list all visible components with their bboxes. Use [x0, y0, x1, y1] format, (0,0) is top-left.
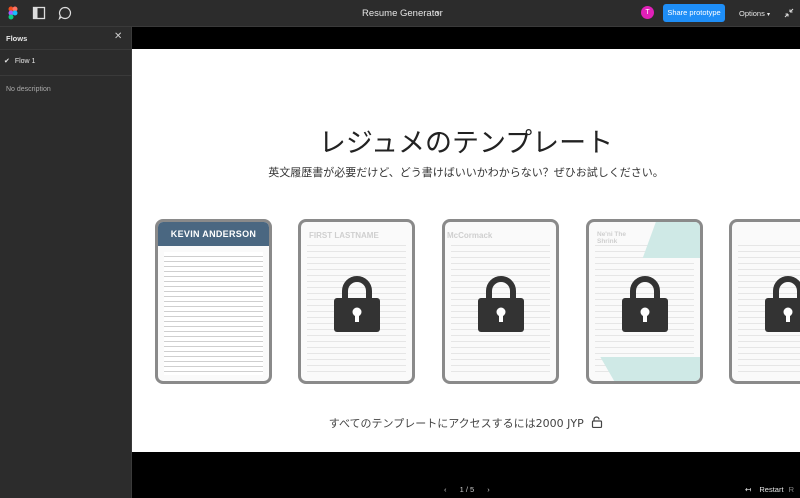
decorative-accent — [600, 357, 700, 381]
flows-panel: Flows ✕ ✔ Flow 1 No description — [0, 27, 132, 498]
unlock-icon — [592, 416, 603, 429]
flows-heading: Flows — [6, 34, 28, 43]
comment-icon[interactable] — [58, 6, 72, 20]
figma-logo-icon[interactable] — [6, 6, 20, 20]
template-name: KEVIN ANDERSON — [158, 222, 269, 246]
lock-icon — [765, 276, 800, 332]
toolbar: Resume Generator ▾ T Share prototype Opt… — [0, 0, 800, 27]
page-subheading: 英文履歴書が必要だけど、どう書けばいいかわからない？ぜひお試しください。 — [268, 166, 664, 179]
close-icon[interactable]: ✕ — [114, 31, 122, 42]
template-name: FIRST LASTNAME — [309, 231, 379, 240]
divider — [0, 75, 132, 76]
page-counter: 1 / 5 — [459, 485, 475, 494]
restart-label: Restart — [759, 485, 784, 494]
decorative-accent — [642, 222, 700, 258]
lock-icon — [334, 276, 380, 332]
chevron-down-icon: ▾ — [766, 12, 770, 18]
pager: ‹ 1 / 5 › — [444, 485, 501, 494]
template-card-locked[interactable] — [729, 219, 800, 384]
divider — [0, 49, 132, 50]
unlock-promo[interactable]: すべてのテンプレートにアクセスするには2000 JYP — [132, 415, 800, 431]
lock-icon — [622, 276, 668, 332]
promo-text: すべてのテンプレートにアクセスするには2000 JYP — [328, 417, 584, 430]
template-card-locked[interactable]: FIRST LASTNAME — [298, 219, 415, 384]
page-heading: レジュメのテンプレート — [318, 128, 614, 159]
prev-page-icon[interactable]: ‹ — [444, 485, 447, 494]
flow-item[interactable]: ✔ Flow 1 — [4, 57, 35, 65]
options-label: Options — [739, 9, 765, 18]
restart-icon: ↤ — [745, 485, 752, 494]
share-prototype-button[interactable]: Share prototype — [663, 4, 725, 22]
next-page-icon[interactable]: › — [487, 485, 490, 494]
lock-icon — [478, 276, 524, 332]
sidebar-toggle-icon[interactable] — [32, 6, 46, 20]
template-name: Ne'ni The Shrink — [597, 231, 626, 245]
restart-shortcut: R — [788, 485, 795, 494]
prototype-frame: レジュメのテンプレート 英文履歴書が必要だけど、どう書けばいいかわからない？ぜひ… — [132, 49, 800, 452]
template-card-locked[interactable]: Ne'ni The Shrink — [586, 219, 703, 384]
template-card-locked[interactable]: McCormack — [442, 219, 559, 384]
chevron-down-icon[interactable]: ▾ — [436, 9, 440, 17]
options-menu-button[interactable]: Options ▾ — [739, 9, 770, 18]
flow-name: Flow 1 — [14, 58, 36, 65]
restart-button[interactable]: ↤ Restart R — [745, 485, 794, 494]
template-name: McCormack — [447, 231, 493, 240]
check-icon: ✔ — [4, 58, 10, 65]
collapse-icon[interactable] — [783, 7, 795, 19]
resume-preview — [164, 252, 263, 375]
avatar[interactable]: T — [641, 6, 654, 19]
template-card-kevin-anderson[interactable]: KEVIN ANDERSON — [155, 219, 272, 384]
file-title[interactable]: Resume Generator — [362, 8, 443, 19]
flow-description: No description — [6, 86, 51, 93]
